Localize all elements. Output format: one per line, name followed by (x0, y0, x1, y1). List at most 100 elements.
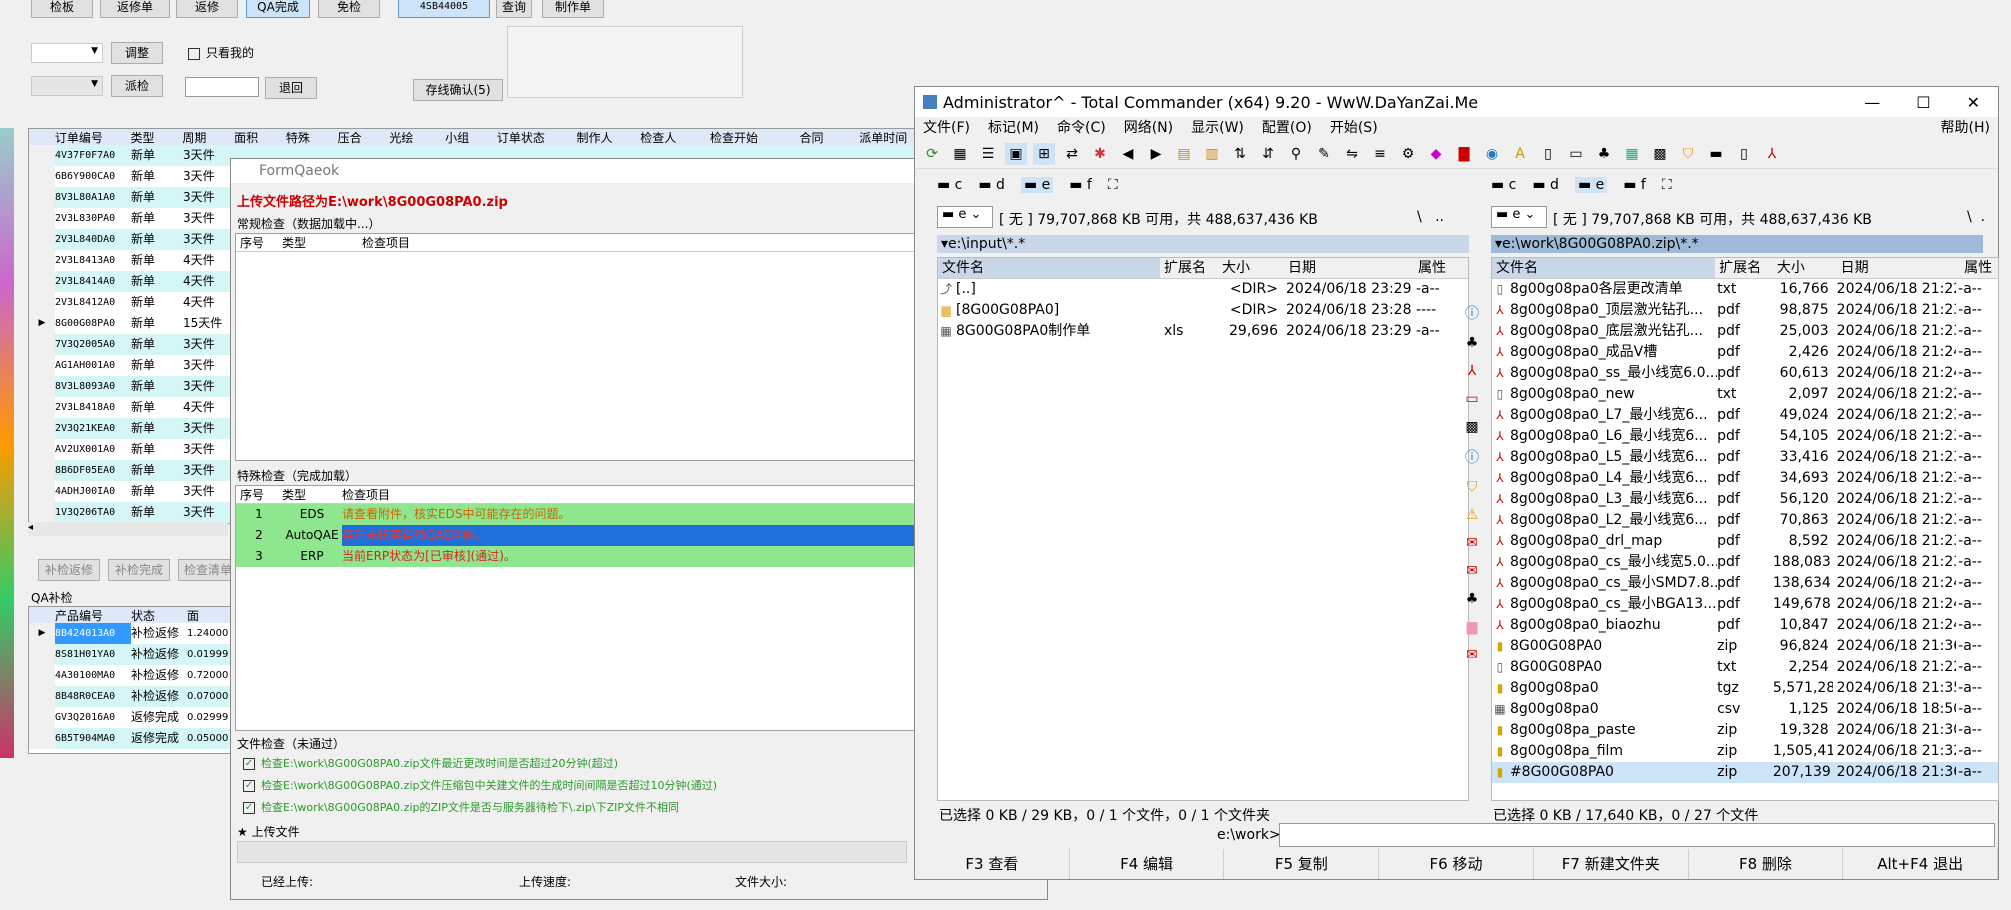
acrobat-icon[interactable]: ⅄ (1761, 143, 1783, 165)
search-icon[interactable]: ⚲ (1285, 143, 1307, 165)
orders-hscroll[interactable]: ◂ (28, 522, 228, 536)
fkey-3-button[interactable]: F5 复制 (1224, 849, 1380, 879)
info-icon[interactable]: ⓘ (1465, 303, 1479, 323)
file-check-item[interactable]: ✓ 检查E:\work\8G00G08PA0.zip文件压缩包中关建文件的生成时间… (243, 775, 717, 797)
file-row[interactable]: ▮ #8G00G08PA0 zip 207,139 2024/06/18 21:36 -a… (1492, 762, 1998, 783)
back-icon[interactable]: ◀ (1117, 143, 1139, 165)
file-row[interactable]: ▯ 8G00G08PA0 txt 2,254 2024/06/18 21:22 -a-- (1492, 657, 1998, 678)
fkey-1-button[interactable]: F3 查看 (915, 849, 1070, 879)
left-col-name[interactable]: 文件名 (938, 258, 1160, 278)
right-drive-select[interactable]: ▬ e ⌄ (1491, 206, 1547, 228)
table-row[interactable]: 8S81H01YA0 补检返修 0.01999 (29, 644, 237, 665)
image-icon[interactable]: ▩ (1649, 143, 1671, 165)
return-button[interactable]: 退回 (265, 77, 317, 99)
unpack-icon[interactable]: ▥ (1201, 143, 1223, 165)
mail-icon[interactable]: ✉ (1466, 535, 1478, 551)
file-row[interactable]: ▮ 8g00g08pa_film zip 1,505,4162024/06/18 21… (1492, 741, 1998, 762)
warning-icon[interactable]: ⚠ (1466, 507, 1479, 523)
settings-icon[interactable]: ⚙ (1397, 143, 1419, 165)
info-icon-2[interactable]: ⓘ (1465, 447, 1479, 467)
file-row[interactable]: ▆ [8G00G08PA0] <DIR> 2024/06/18 23:28 ---- (938, 300, 1468, 321)
file-row[interactable]: ⅄ 8g00g08pa0_L3_最小线宽6... pdf 56,120 2024/06/… (1492, 489, 1998, 510)
pdf-icon[interactable]: ▇ (1453, 143, 1475, 165)
close-icon[interactable]: ✕ (1967, 93, 1980, 112)
exempt-button[interactable]: 免检 (318, 0, 380, 18)
mail-icon-3[interactable]: ✉ (1466, 647, 1478, 663)
file-row[interactable]: ⅄ 8g00g08pa0_cs_最小SMD7.8... pdf 138,634 2024… (1492, 573, 1998, 594)
file-check-item[interactable]: ✓ 检查E:\work\8G00G08PA0.zip文件最近更改时间是否超过20分… (243, 753, 717, 775)
table-row[interactable]: 8B48R0CEA0 补检返修 0.07000 (29, 686, 237, 707)
left-col-attr[interactable]: 属性 (1414, 258, 1464, 278)
only-mine-checkbox[interactable]: 只看我的 (188, 44, 254, 61)
sync-icon[interactable]: ⇋ (1341, 143, 1363, 165)
right-col-name[interactable]: 文件名 (1492, 258, 1716, 278)
fkey-7-button[interactable]: Alt+F4 退出 (1843, 849, 1999, 879)
checkbox-checked[interactable]: ✓ (243, 802, 255, 814)
file-row[interactable]: ⅄ 8g00g08pa0_cs_最小BGA13... pdf 149,678 2024/… (1492, 594, 1998, 615)
mail-icon-2[interactable]: ✉ (1466, 563, 1478, 579)
compare-icon[interactable]: ≡ (1369, 143, 1391, 165)
image-icon-2[interactable]: ▩ (1465, 419, 1478, 435)
print-icon[interactable]: ▭ (1465, 391, 1478, 407)
file-row[interactable]: ⅄ 8g00g08pa0_顶层激光钻孔... pdf 98,875 2024/06/18… (1492, 300, 1998, 321)
right-col-date[interactable]: 日期 (1837, 258, 1961, 278)
pdf-icon-2[interactable]: ⅄ (1468, 363, 1477, 379)
combo-2[interactable]: ▼ (31, 76, 103, 96)
refresh-icon[interactable]: ⟳ (921, 143, 943, 165)
repair-button[interactable]: 返修 (176, 0, 238, 18)
file-row[interactable]: ⅄ 8g00g08pa0_L6_最小线宽6... pdf 54,105 2024/06/… (1492, 426, 1998, 447)
repair-order-button[interactable]: 返修单 (100, 0, 170, 18)
make-order-button[interactable]: 制作单 (542, 0, 604, 18)
menu-config[interactable]: 配置(O) (1262, 117, 1312, 139)
menu-start[interactable]: 开始(S) (1330, 117, 1378, 139)
board-check-button[interactable]: 检板 (31, 0, 93, 18)
drive-f-button[interactable]: ▬ f (1069, 177, 1092, 193)
full-view-icon[interactable]: ☰ (977, 143, 999, 165)
menu-help[interactable]: 帮助(H) (1941, 117, 1990, 139)
drive-d-button[interactable]: ▬ d (978, 177, 1005, 193)
tree-icon-2[interactable]: ♣ (1466, 335, 1479, 351)
minimize-icon[interactable]: — (1864, 93, 1880, 112)
menu-file[interactable]: 文件(F) (923, 117, 970, 139)
fkey-5-button[interactable]: F7 新建文件夹 (1534, 849, 1689, 879)
tree-icon-3[interactable]: ♣ (1466, 591, 1479, 607)
menu-commands[interactable]: 命令(C) (1057, 117, 1106, 139)
menu-mark[interactable]: 标记(M) (988, 117, 1039, 139)
file-row[interactable]: ▯ 8g00g08pa0各层更改清单 txt 16,766 2024/06/18 21:… (1492, 279, 1998, 300)
drive-d-button[interactable]: ▬ d (1532, 177, 1559, 193)
file-row[interactable]: ▮ 8G00G08PA0 zip 96,824 2024/06/18 21:36 -a-- (1492, 636, 1998, 657)
special-check-row[interactable]: 3 ERP 当前ERP状态为[已审核](通过)。 (236, 546, 914, 567)
file-row[interactable]: ⅄ 8g00g08pa0_L7_最小线宽6... pdf 49,024 2024/06/… (1492, 405, 1998, 426)
multi-rename-icon[interactable]: ✎ (1313, 143, 1335, 165)
checkbox-checked[interactable]: ✓ (243, 780, 255, 792)
fkey-6-button[interactable]: F8 删除 (1689, 849, 1844, 879)
ftp-new-icon[interactable]: ⇵ (1257, 143, 1279, 165)
stock-confirm-button[interactable]: 存线确认(5) (413, 79, 503, 101)
checkbox-checked[interactable]: ✓ (243, 758, 255, 770)
right-col-size[interactable]: 大小 (1773, 258, 1837, 278)
file-row[interactable]: ⤴ [..] <DIR> 2024/06/18 23:29 -a-- (938, 279, 1468, 300)
chrome-icon[interactable]: ◉ (1481, 143, 1503, 165)
file-row[interactable]: ⅄ 8g00g08pa0_底层激光钻孔... pdf 25,003 2024/06/18… (1492, 321, 1998, 342)
qa-complete-button[interactable]: 补检完成 (108, 559, 170, 581)
qa-done-button[interactable]: QA完成 (246, 0, 310, 18)
qa-repair-button[interactable]: 补检返修 (38, 559, 100, 581)
right-root-button[interactable]: \ . (1967, 209, 1985, 225)
special-check-row[interactable]: 2 AutoQAE 存在未核实自动QAE问题。 (236, 525, 914, 546)
table-row[interactable]: GV3Q2016A0 返修完成 0.02999 (29, 707, 237, 728)
tree-view-icon[interactable]: ⊞ (1033, 142, 1055, 165)
drive-e-button[interactable]: ▬ e (1020, 177, 1054, 193)
left-root-button[interactable]: \ .. (1417, 209, 1444, 225)
window-icon[interactable]: ▬ (1705, 143, 1727, 165)
drive-f-button[interactable]: ▬ f (1623, 177, 1646, 193)
return-input[interactable] (185, 77, 259, 97)
cmd-input[interactable] (1279, 823, 1995, 847)
file-row[interactable]: ▮ 8g00g08pa0 tgz 5,571,2852024/06/18 21:35-… (1492, 678, 1998, 699)
network-drive-icon[interactable]: ⛶ (1108, 177, 1118, 193)
shield-icon-2[interactable]: ⛉ (1467, 479, 1478, 495)
left-col-size[interactable]: 大小 (1218, 258, 1284, 278)
maximize-icon[interactable]: ☐ (1916, 93, 1930, 112)
file-row[interactable]: ⅄ 8g00g08pa0_drl_map pdf 8,592 2024/06/18 21… (1492, 531, 1998, 552)
adjust-button[interactable]: 调整 (111, 42, 163, 64)
file-row[interactable]: ▮ 8g00g08pa_paste zip 19,328 2024/06/18 21:3… (1492, 720, 1998, 741)
